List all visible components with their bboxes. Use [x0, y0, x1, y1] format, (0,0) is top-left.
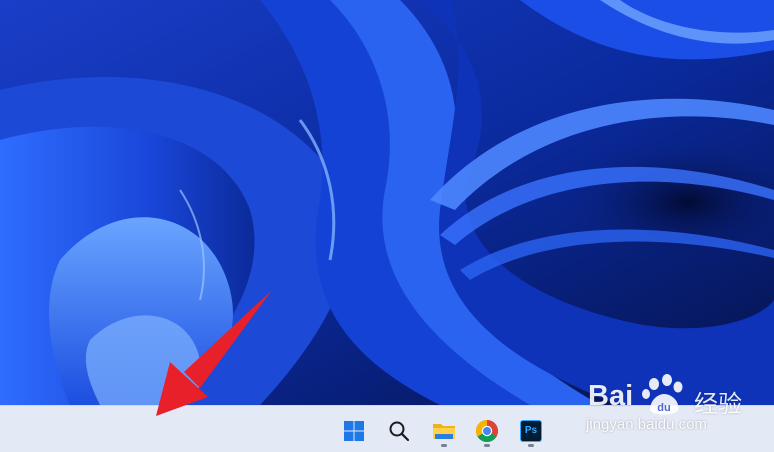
- desktop-screen: Ps Bai du 经验 jingyan.baidu.com: [0, 0, 774, 452]
- chrome-button[interactable]: [470, 414, 504, 448]
- watermark-url: jingyan.baidu.com: [586, 416, 707, 433]
- running-indicator: [528, 444, 534, 447]
- photoshop-icon: Ps: [520, 420, 542, 442]
- running-indicator: [484, 444, 490, 447]
- desktop-wallpaper: [0, 0, 774, 405]
- chrome-icon: [476, 420, 498, 442]
- folder-icon: [433, 424, 455, 439]
- svg-text:du: du: [657, 402, 670, 414]
- watermark-jingyan-text: 经验: [694, 391, 742, 418]
- paw-icon: du: [642, 374, 683, 415]
- file-explorer-button[interactable]: [427, 414, 461, 448]
- search-icon: [389, 421, 410, 442]
- photoshop-button[interactable]: Ps: [514, 414, 548, 448]
- windows-logo-icon: [344, 421, 364, 441]
- running-indicator: [441, 444, 447, 447]
- baidu-jingyan-watermark: Bai du 经验 jingyan.baidu.com: [584, 372, 764, 442]
- watermark-logo-text: Bai: [588, 380, 634, 412]
- start-button[interactable]: [337, 414, 371, 448]
- search-button[interactable]: [382, 414, 416, 448]
